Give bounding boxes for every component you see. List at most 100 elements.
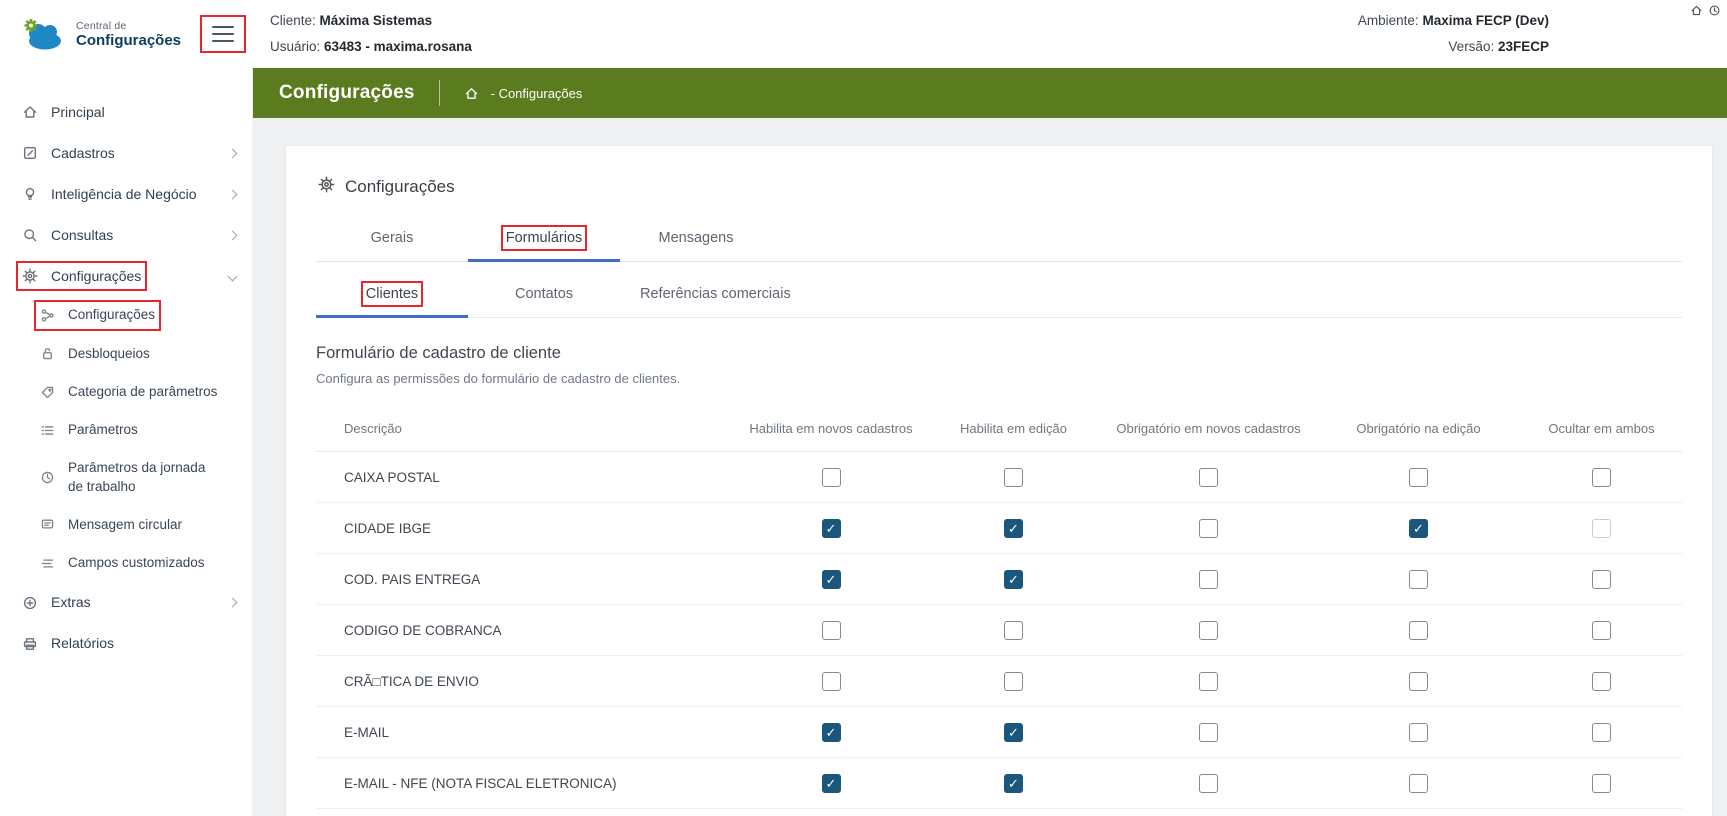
- checkbox-habilita-em-novos-cadastros[interactable]: ✓: [822, 519, 841, 538]
- checkbox-ocultar-em-ambos[interactable]: [1592, 723, 1611, 742]
- checkbox-obrigato-rio-em-novos-cadastros[interactable]: [1199, 723, 1218, 742]
- sidebar-subitem-categoria-de-para-metros[interactable]: Categoria de parâmetros: [0, 373, 252, 411]
- checkbox-habilita-em-edic-a-o[interactable]: ✓: [1004, 519, 1023, 538]
- checkbox-obrigato-rio-na-edic-a-o[interactable]: ✓: [1409, 519, 1428, 538]
- section-subtitle: Configura as permissões do formulário de…: [316, 371, 1682, 386]
- checkbox-obrigato-rio-em-novos-cadastros[interactable]: [1199, 570, 1218, 589]
- sidebar-subitem-desbloqueios[interactable]: Desbloqueios: [0, 335, 252, 373]
- unlock-icon: [40, 346, 55, 361]
- sidebar-item-consultas[interactable]: Consultas: [0, 215, 252, 256]
- checkbox-habilita-em-edic-a-o[interactable]: ✓: [1004, 570, 1023, 589]
- checkbox-habilita-em-edic-a-o[interactable]: [1004, 468, 1023, 487]
- sidebar-item-label: Extras: [51, 593, 91, 612]
- table-row-cra-tica-de-envio: CRÃ□TICA DE ENVIO: [316, 656, 1682, 707]
- environment-info: Ambiente: Maxima FECP (Dev) Versão: 23FE…: [1358, 8, 1549, 59]
- checkbox-habilita-em-novos-cadastros[interactable]: ✓: [822, 723, 841, 742]
- subtab-refere-ncias-comerciais[interactable]: Referências comerciais: [620, 274, 811, 317]
- checkbox-cell: [1521, 621, 1682, 640]
- checkbox-cell: [1316, 570, 1521, 589]
- checkbox-habilita-em-novos-cadastros[interactable]: [822, 672, 841, 691]
- table-header: DescriçãoHabilita em novos cadastrosHabi…: [316, 406, 1682, 452]
- page-header-bar: Configurações - Configurações: [253, 68, 1727, 118]
- checkbox-cell: [1316, 723, 1521, 742]
- section-title: Formulário de cadastro de cliente: [316, 344, 1682, 363]
- sidebar-subitem-para-metros[interactable]: Parâmetros: [0, 411, 252, 449]
- checkbox-cell: ✓: [736, 519, 926, 538]
- subtab-clientes[interactable]: Clientes: [316, 274, 468, 317]
- main-tabs: GeraisFormuláriosMensagens: [316, 218, 1682, 262]
- checkbox-cell: [1101, 519, 1316, 538]
- checkbox-ocultar-em-ambos[interactable]: [1592, 468, 1611, 487]
- checkbox-cell: [1316, 774, 1521, 793]
- environment-name: Maxima FECP (Dev): [1422, 13, 1549, 28]
- tab-mensagens[interactable]: Mensagens: [620, 218, 772, 261]
- sidebar-subitem-mensagem-circular[interactable]: Mensagem circular: [0, 506, 252, 544]
- sidebar-item-configurac-o-es[interactable]: Configurações: [0, 256, 252, 297]
- checkbox-ocultar-em-ambos[interactable]: [1592, 570, 1611, 589]
- tab-gerais[interactable]: Gerais: [316, 218, 468, 261]
- checkbox-cell: [1101, 723, 1316, 742]
- sidebar-subitem-configurac-o-es[interactable]: Configurações: [0, 296, 252, 334]
- clock-icon[interactable]: [1708, 4, 1721, 22]
- table-row-caixa-postal: CAIXA POSTAL: [316, 452, 1682, 503]
- sidebar-item-intelige-ncia-de-nego-cio[interactable]: Inteligência de Negócio: [0, 174, 252, 215]
- checkbox-obrigato-rio-em-novos-cadastros[interactable]: [1199, 519, 1218, 538]
- checkbox-cell: [926, 468, 1101, 487]
- checkbox-obrigato-rio-na-edic-a-o[interactable]: [1409, 723, 1428, 742]
- checkbox-ocultar-em-ambos[interactable]: [1592, 672, 1611, 691]
- sidebar-item-label: Parâmetros da jornada de trabalho: [68, 459, 218, 495]
- checkbox-cell: [926, 621, 1101, 640]
- checkbox-cell: [1521, 519, 1682, 538]
- table-body: CAIXA POSTALCIDADE IBGE✓✓✓COD. PAIS ENTR…: [316, 452, 1682, 809]
- checkbox-obrigato-rio-em-novos-cadastros[interactable]: [1199, 621, 1218, 640]
- checkbox-obrigato-rio-na-edic-a-o[interactable]: [1409, 570, 1428, 589]
- nodes-icon: [40, 308, 55, 323]
- user-name: 63483 - maxima.rosana: [324, 39, 472, 54]
- checkbox-obrigato-rio-em-novos-cadastros[interactable]: [1199, 774, 1218, 793]
- row-label: E-MAIL: [316, 725, 736, 740]
- card-heading: Configurações: [318, 176, 1682, 198]
- checkbox-ocultar-em-ambos[interactable]: [1592, 519, 1611, 538]
- top-header: Central de Configurações Cliente: Máxima…: [0, 0, 1727, 68]
- subtab-label: Referências comerciais: [640, 286, 791, 302]
- subtab-label: Clientes: [366, 286, 418, 302]
- sidebar-subitem-campos-customizados[interactable]: Campos customizados: [0, 544, 252, 582]
- sidebar-item-label: Parâmetros: [68, 421, 138, 439]
- sidebar-item-principal[interactable]: Principal: [0, 92, 252, 133]
- checkbox-habilita-em-novos-cadastros[interactable]: ✓: [822, 570, 841, 589]
- checkbox-habilita-em-edic-a-o[interactable]: ✓: [1004, 774, 1023, 793]
- client-label: Cliente:: [270, 13, 316, 28]
- chevron-down-icon: [228, 271, 238, 281]
- checkbox-habilita-em-novos-cadastros[interactable]: [822, 621, 841, 640]
- column-header-habilita-em-novos-cadastros: Habilita em novos cadastros: [736, 421, 926, 436]
- checkbox-habilita-em-novos-cadastros[interactable]: [822, 468, 841, 487]
- checkbox-obrigato-rio-na-edic-a-o[interactable]: [1409, 672, 1428, 691]
- section-head: Formulário de cadastro de cliente Config…: [316, 344, 1682, 386]
- sidebar-subitem-para-metros-da-jornada-de-trabalho[interactable]: Parâmetros da jornada de trabalho: [0, 449, 252, 505]
- checkbox-habilita-em-novos-cadastros[interactable]: ✓: [822, 774, 841, 793]
- checkbox-obrigato-rio-na-edic-a-o[interactable]: [1409, 621, 1428, 640]
- checkbox-ocultar-em-ambos[interactable]: [1592, 621, 1611, 640]
- checkbox-obrigato-rio-em-novos-cadastros[interactable]: [1199, 672, 1218, 691]
- sidebar-toggle-button[interactable]: [200, 15, 246, 53]
- checkbox-cell: [1101, 468, 1316, 487]
- checkbox-obrigato-rio-na-edic-a-o[interactable]: [1409, 468, 1428, 487]
- breadcrumb-home-icon[interactable]: [464, 86, 479, 101]
- sidebar-item-relato-rios[interactable]: Relatórios: [0, 623, 252, 664]
- sidebar-item-label: Campos customizados: [68, 554, 205, 572]
- sidebar-item-extras[interactable]: Extras: [0, 582, 252, 623]
- checkbox-habilita-em-edic-a-o[interactable]: ✓: [1004, 723, 1023, 742]
- subtab-contatos[interactable]: Contatos: [468, 274, 620, 317]
- checkbox-obrigato-rio-em-novos-cadastros[interactable]: [1199, 468, 1218, 487]
- checkbox-ocultar-em-ambos[interactable]: [1592, 774, 1611, 793]
- checkbox-habilita-em-edic-a-o[interactable]: [1004, 621, 1023, 640]
- sidebar-item-cadastros[interactable]: Cadastros: [0, 133, 252, 174]
- tab-formula-rios[interactable]: Formulários: [468, 218, 620, 261]
- column-header-ocultar-em-ambos: Ocultar em ambos: [1521, 421, 1682, 436]
- checkbox-cell: [1316, 672, 1521, 691]
- home-icon[interactable]: [1690, 4, 1703, 22]
- checkbox-obrigato-rio-na-edic-a-o[interactable]: [1409, 774, 1428, 793]
- checkbox-cell: [1521, 468, 1682, 487]
- column-header-descric-a-o: Descrição: [316, 421, 736, 436]
- checkbox-habilita-em-edic-a-o[interactable]: [1004, 672, 1023, 691]
